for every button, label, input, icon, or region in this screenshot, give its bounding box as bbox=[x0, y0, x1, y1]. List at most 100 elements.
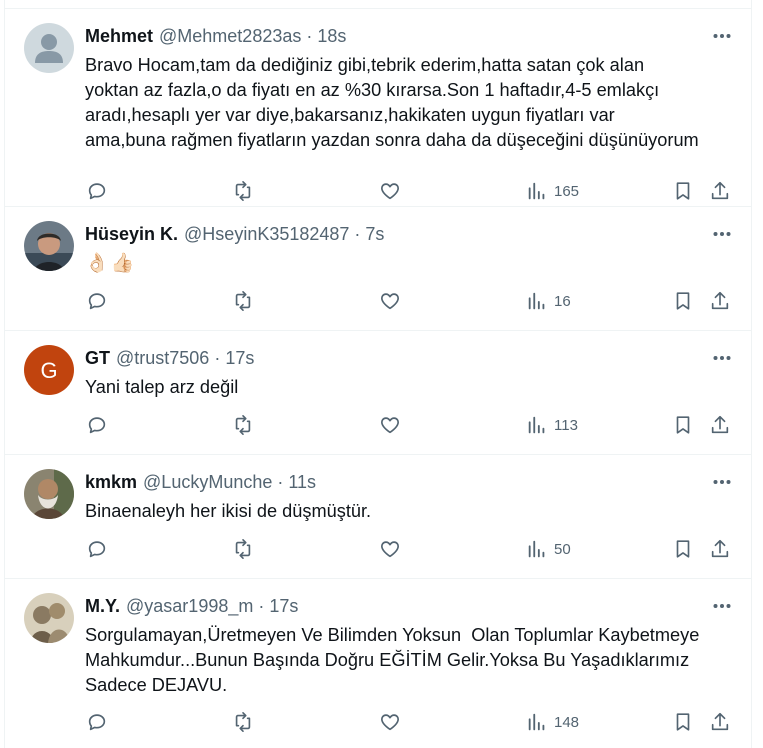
retweet-button[interactable] bbox=[232, 288, 254, 314]
avatar[interactable] bbox=[24, 469, 74, 519]
separator-dot: · bbox=[214, 348, 221, 368]
view-count: 165 bbox=[554, 182, 580, 200]
heart-icon bbox=[381, 714, 399, 731]
analytics-icon bbox=[528, 416, 545, 434]
reply-icon bbox=[88, 183, 106, 200]
more-options-icon[interactable] bbox=[709, 25, 735, 47]
author-handle[interactable]: @LuckyMunche bbox=[143, 471, 272, 493]
views-button[interactable]: 113 bbox=[526, 412, 578, 438]
share-button[interactable] bbox=[709, 288, 731, 314]
reply-button[interactable] bbox=[86, 536, 108, 562]
separator-dot: · bbox=[258, 596, 265, 616]
action-bar: 16 bbox=[5, 288, 751, 314]
analytics-icon bbox=[528, 713, 545, 731]
author-name[interactable]: GT bbox=[85, 347, 110, 369]
photo-avatar bbox=[24, 221, 74, 271]
view-count: 148 bbox=[554, 713, 580, 731]
tweet[interactable]: kmkm @LuckyMunche · 11s Binaenaleyh her … bbox=[5, 455, 751, 579]
separator-dot: · bbox=[354, 224, 361, 244]
avatar[interactable] bbox=[24, 221, 74, 271]
reply-button[interactable] bbox=[86, 412, 108, 438]
retweet-icon bbox=[235, 415, 251, 435]
avatar[interactable]: G bbox=[24, 345, 74, 395]
feed-top-divider bbox=[5, 0, 751, 9]
reply-icon bbox=[88, 293, 106, 310]
author-name[interactable]: M.Y. bbox=[85, 595, 120, 617]
author-name[interactable]: Mehmet bbox=[85, 25, 153, 47]
bookmark-icon bbox=[676, 416, 690, 434]
share-button[interactable] bbox=[709, 412, 731, 438]
author-name[interactable]: kmkm bbox=[85, 471, 137, 493]
retweet-button[interactable] bbox=[232, 412, 254, 438]
photo-avatar bbox=[24, 469, 74, 519]
action-bar: 50 bbox=[5, 536, 751, 562]
avatar[interactable] bbox=[24, 23, 74, 73]
share-icon bbox=[711, 539, 729, 558]
heart-icon bbox=[381, 183, 399, 200]
default-avatar-icon bbox=[24, 23, 74, 73]
views-button[interactable]: 50 bbox=[526, 536, 571, 562]
timestamp[interactable]: 17s bbox=[225, 347, 254, 369]
author-handle[interactable]: @HseyinK35182487 bbox=[184, 223, 349, 245]
views-button[interactable]: 16 bbox=[526, 288, 571, 314]
view-count: 113 bbox=[554, 416, 578, 434]
tweet-text: Binaenaleyh her ikisi de düşmüştür. bbox=[85, 501, 372, 521]
tweet[interactable]: G GT @trust7506 · 17s Yani talep arz değ… bbox=[5, 331, 751, 455]
avatar[interactable] bbox=[24, 593, 74, 643]
bookmark-button[interactable] bbox=[672, 536, 694, 562]
retweet-button[interactable] bbox=[232, 709, 254, 735]
tweet-text: Bravo Hocam,tam da dediğiniz gibi,tebrik… bbox=[85, 55, 699, 150]
avatar-letter: G bbox=[40, 358, 57, 383]
bookmark-button[interactable] bbox=[672, 709, 694, 735]
bookmark-icon bbox=[676, 182, 690, 200]
tweet-header: Hüseyin K. @HseyinK35182487 · 7s bbox=[85, 223, 735, 245]
share-button[interactable] bbox=[709, 709, 731, 735]
like-button[interactable] bbox=[379, 536, 401, 562]
more-options-icon[interactable] bbox=[709, 595, 735, 617]
tweet[interactable]: Hüseyin K. @HseyinK35182487 · 7s 👌🏻👍🏻 16 bbox=[5, 207, 751, 331]
retweet-icon bbox=[235, 181, 251, 201]
author-name[interactable]: Hüseyin K. bbox=[85, 223, 178, 245]
timestamp[interactable]: 17s bbox=[269, 595, 298, 617]
analytics-icon bbox=[528, 182, 545, 200]
more-options-icon[interactable] bbox=[709, 223, 735, 245]
bookmark-button[interactable] bbox=[672, 288, 694, 314]
reply-icon bbox=[88, 541, 106, 558]
tweet-text: Yani talep arz değil bbox=[85, 377, 239, 397]
analytics-icon bbox=[528, 540, 545, 558]
timestamp[interactable]: 7s bbox=[365, 223, 384, 245]
reply-button[interactable] bbox=[86, 178, 108, 204]
bookmark-icon bbox=[676, 713, 690, 731]
timestamp[interactable]: 11s bbox=[288, 471, 316, 493]
heart-icon bbox=[381, 541, 399, 558]
bookmark-icon bbox=[676, 292, 690, 310]
heart-icon bbox=[381, 293, 399, 310]
retweet-button[interactable] bbox=[232, 178, 254, 204]
like-button[interactable] bbox=[379, 178, 401, 204]
author-handle[interactable]: @Mehmet2823as bbox=[159, 25, 301, 47]
more-options-icon[interactable] bbox=[709, 471, 735, 493]
share-button[interactable] bbox=[709, 178, 731, 204]
tweet[interactable]: M.Y. @yasar1998_m · 17s Sorgulamayan,Üre… bbox=[5, 579, 751, 748]
share-button[interactable] bbox=[709, 536, 731, 562]
reply-button[interactable] bbox=[86, 709, 108, 735]
tweet-header: GT @trust7506 · 17s bbox=[85, 347, 735, 369]
reply-button[interactable] bbox=[86, 288, 108, 314]
retweet-icon bbox=[235, 291, 251, 311]
like-button[interactable] bbox=[379, 288, 401, 314]
more-options-icon[interactable] bbox=[709, 347, 735, 369]
action-bar: 165 bbox=[5, 178, 751, 204]
like-button[interactable] bbox=[379, 412, 401, 438]
tweet[interactable]: Mehmet @Mehmet2823as · 18s Bravo Hocam,t… bbox=[5, 9, 751, 207]
views-button[interactable]: 148 bbox=[526, 709, 579, 735]
bookmark-button[interactable] bbox=[672, 412, 694, 438]
photo-avatar bbox=[24, 593, 74, 643]
retweet-button[interactable] bbox=[232, 536, 254, 562]
author-handle[interactable]: @trust7506 bbox=[116, 347, 209, 369]
tweet-header: Mehmet @Mehmet2823as · 18s bbox=[85, 25, 735, 47]
views-button[interactable]: 165 bbox=[526, 178, 579, 204]
author-handle[interactable]: @yasar1998_m bbox=[126, 595, 253, 617]
bookmark-button[interactable] bbox=[672, 178, 694, 204]
like-button[interactable] bbox=[379, 709, 401, 735]
timestamp[interactable]: 18s bbox=[317, 25, 346, 47]
